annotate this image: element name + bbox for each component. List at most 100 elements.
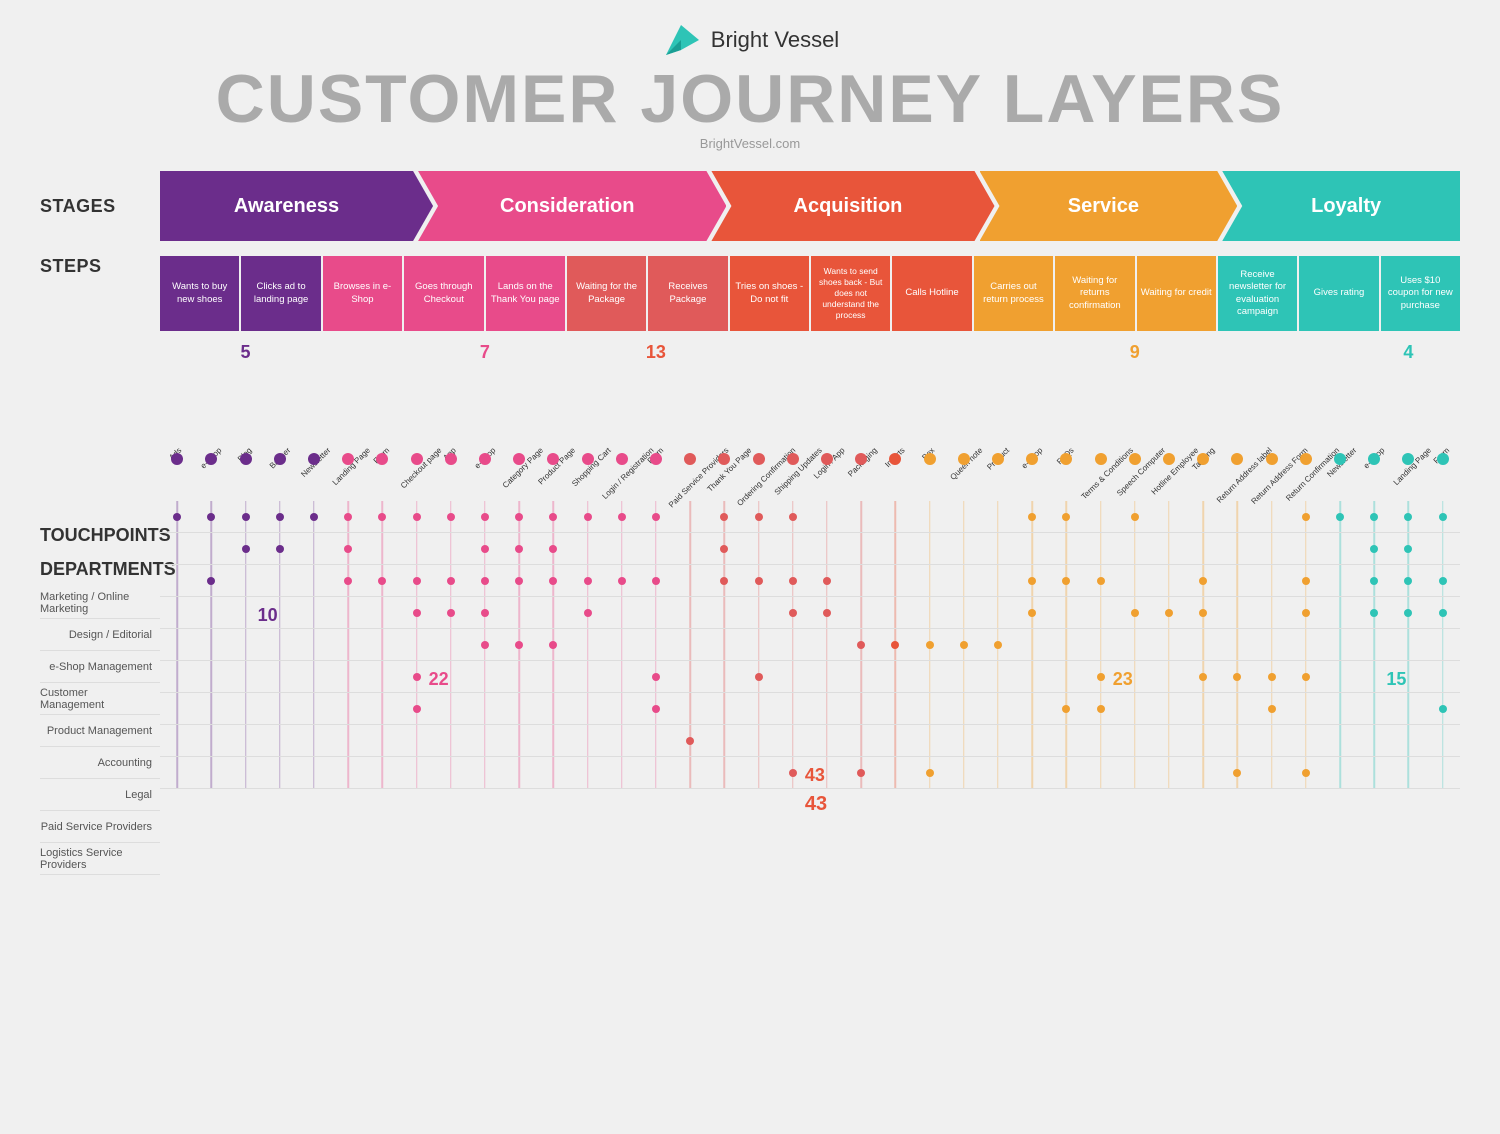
dept-cell-25-2	[1015, 565, 1049, 597]
dept-dot-37-3	[1439, 609, 1447, 617]
dept-cell-24-4	[981, 629, 1015, 661]
dept-cell-2-7	[228, 725, 262, 757]
dept-cell-29-4	[1152, 629, 1186, 661]
dept-cell-19-0	[810, 501, 844, 533]
dept-cell-7-0	[399, 501, 433, 533]
dept-cell-35-7	[1357, 725, 1391, 757]
tp-col-31: Return Address label	[1220, 341, 1254, 789]
tp-main-dot-15	[684, 453, 696, 465]
dept-cell-11-0	[536, 501, 570, 533]
tp-col-16: Thank You Page	[707, 341, 741, 789]
dept-cell-15-3	[673, 597, 707, 629]
dept-cell-6-2	[365, 565, 399, 597]
dept-cell-16-3	[707, 597, 741, 629]
dept-cell-0-5	[160, 661, 194, 693]
tp-main-dot-24	[992, 453, 1004, 465]
dept-cell-16-5	[707, 661, 741, 693]
tp-col-7: Checkout page	[399, 341, 433, 789]
tp-col-5: Landing Page	[331, 341, 365, 789]
dept-dot-10-4	[515, 641, 523, 649]
dept-cell-19-4	[810, 629, 844, 661]
tp-col-29: Hotline Employee	[1152, 341, 1186, 789]
dept-cell-13-5	[605, 661, 639, 693]
step-11: Carries out return process	[974, 256, 1053, 331]
dept-cell-4-6	[297, 693, 331, 725]
dept-cell-3-1	[263, 533, 297, 565]
dept-cell-8-0	[434, 501, 468, 533]
dept-cell-34-5	[1323, 661, 1357, 693]
dept-cell-16-6	[707, 693, 741, 725]
tp-col-21: Inserts	[878, 341, 912, 789]
dept-cell-12-3	[570, 597, 604, 629]
dept-cell-16-7	[707, 725, 741, 757]
dept-cell-23-6	[947, 693, 981, 725]
dept-cell-17-1	[741, 533, 775, 565]
tp-col-4: Newsletter	[297, 341, 331, 789]
brand-logo-icon	[661, 20, 701, 60]
dept-cell-7-7	[399, 725, 433, 757]
dept-dot-17-0	[755, 513, 763, 521]
dept-dot-30-2	[1199, 577, 1207, 585]
dept-cell-23-1	[947, 533, 981, 565]
dept-cell-32-1	[1255, 533, 1289, 565]
dept-cell-29-6	[1152, 693, 1186, 725]
dept-cell-9-8	[468, 757, 502, 789]
tp-main-dot-22	[924, 453, 936, 465]
dept-dot-7-2	[413, 577, 421, 585]
dept-dot-18-3	[789, 609, 797, 617]
dept-cell-31-5	[1220, 661, 1254, 693]
dept-cell-16-1	[707, 533, 741, 565]
dept-dot-26-2	[1062, 577, 1070, 585]
dept-cell-27-5	[1083, 661, 1117, 693]
dept-cell-18-0	[776, 501, 810, 533]
dept-cell-21-1	[878, 533, 912, 565]
dept-cell-0-3	[160, 597, 194, 629]
dept-dot-1-0	[207, 513, 215, 521]
dept-cell-22-8	[912, 757, 946, 789]
tp-main-dot-19	[821, 453, 833, 465]
tp-main-dot-25	[1026, 453, 1038, 465]
dept-cell-18-8	[776, 757, 810, 789]
dept-dot-10-0	[515, 513, 523, 521]
dept-cell-36-3	[1391, 597, 1425, 629]
dept-dot-12-2	[584, 577, 592, 585]
dept-cell-30-5	[1186, 661, 1220, 693]
tp-main-dot-7	[411, 453, 423, 465]
dept-cell-37-6	[1426, 693, 1460, 725]
tp-main-dot-37	[1437, 453, 1449, 465]
dept-cell-5-2	[331, 565, 365, 597]
dept-dot-33-3	[1302, 609, 1310, 617]
tp-col-32: Return Address Form	[1255, 341, 1289, 789]
tp-col-20: Packaging	[844, 341, 878, 789]
dept-cell-5-7	[331, 725, 365, 757]
dept-cell-25-6	[1015, 693, 1049, 725]
dept-cell-23-5	[947, 661, 981, 693]
dept-dot-31-8	[1233, 769, 1241, 777]
dept-dot-10-2	[515, 577, 523, 585]
dept-cell-20-0	[844, 501, 878, 533]
tp-main-dot-27	[1095, 453, 1107, 465]
tp-col-34: Newsletter	[1323, 341, 1357, 789]
tp-main-dot-29	[1163, 453, 1175, 465]
dept-cell-35-1	[1357, 533, 1391, 565]
dept-cell-21-2	[878, 565, 912, 597]
stage-loyalty: Loyalty	[1222, 171, 1460, 241]
dept-cell-13-3	[605, 597, 639, 629]
dept-dot-7-5	[413, 673, 421, 681]
dept-dot-35-0	[1370, 513, 1378, 521]
dept-cell-2-2	[228, 565, 262, 597]
dept-dot-36-1	[1404, 545, 1412, 553]
tp-col-18: Shipping Updates	[776, 341, 810, 789]
dept-dot-14-0	[652, 513, 660, 521]
dept-cell-32-3	[1255, 597, 1289, 629]
dept-cell-29-5	[1152, 661, 1186, 693]
dept-cell-10-2	[502, 565, 536, 597]
chart-inner: Adse-Shop5BlogBanner10NewsletterLanding …	[160, 341, 1460, 789]
dept-cell-0-0	[160, 501, 194, 533]
dept-cell-8-6	[434, 693, 468, 725]
dept-cell-2-4	[228, 629, 262, 661]
tp-main-dot-12	[582, 453, 594, 465]
dept-cell-12-1	[570, 533, 604, 565]
dept-cell-28-4	[1118, 629, 1152, 661]
dept-cell-3-0	[263, 501, 297, 533]
